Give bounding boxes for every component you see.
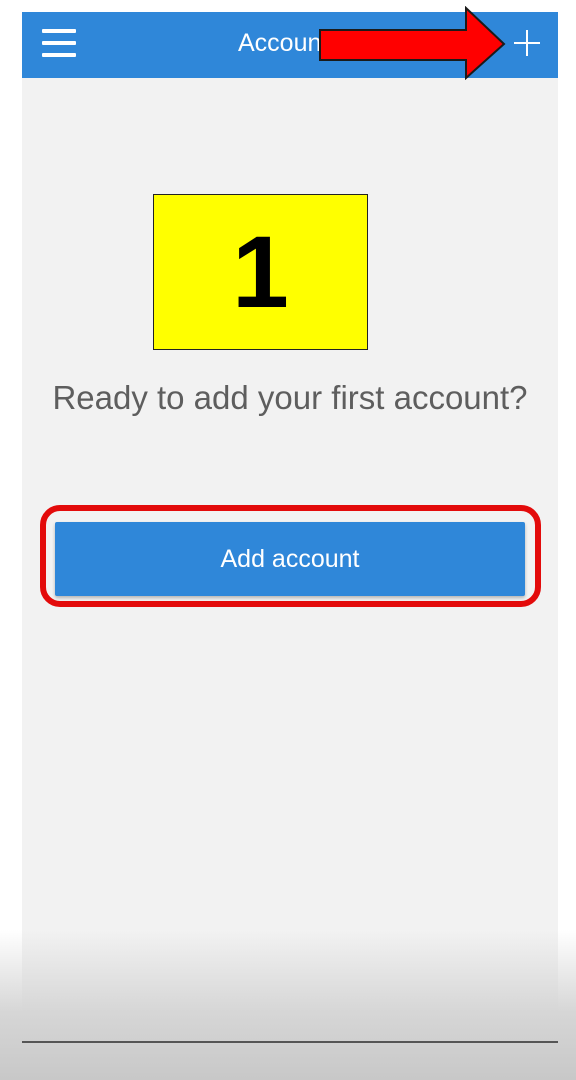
menu-bar-3 <box>42 53 76 57</box>
step-number-box: 1 <box>153 194 368 350</box>
step-number: 1 <box>232 215 289 329</box>
page: Accoun 1 Ready to add your first account… <box>0 0 576 1080</box>
menu-bar-2 <box>42 41 76 45</box>
bottom-fade <box>0 930 576 1080</box>
plus-icon[interactable] <box>514 30 540 56</box>
add-account-button[interactable]: Add account <box>55 522 525 596</box>
menu-bar-1 <box>42 29 76 33</box>
page-title: Accoun <box>238 29 322 57</box>
bottom-divider <box>22 1041 558 1043</box>
hamburger-menu-icon[interactable] <box>42 29 76 59</box>
red-arrow-annotation <box>319 6 506 80</box>
empty-state-prompt: Ready to add your first account? <box>52 379 528 416</box>
add-account-label: Add account <box>220 544 360 573</box>
